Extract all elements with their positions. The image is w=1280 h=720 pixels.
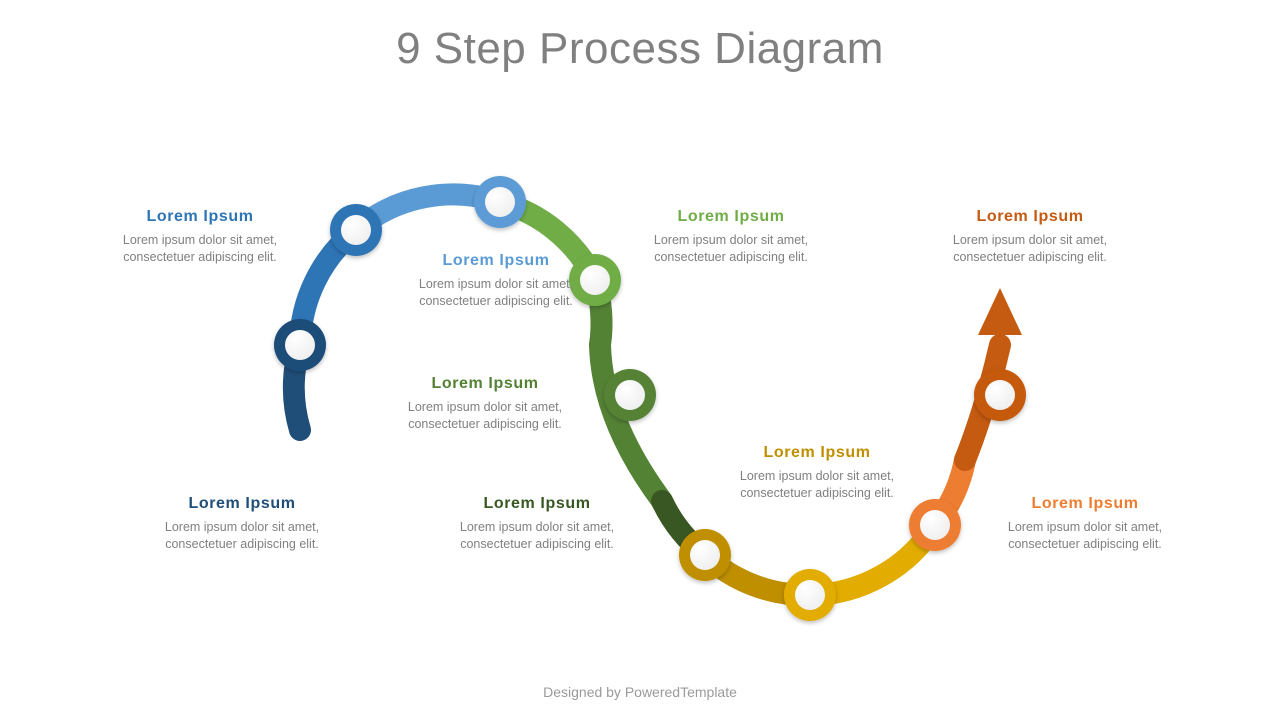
- step-body: Lorem ipsum dolor sit amet, consectetuer…: [626, 232, 836, 266]
- step-heading: Lorem Ipsum: [980, 495, 1190, 513]
- step-body: Lorem ipsum dolor sit amet, consectetuer…: [137, 519, 347, 553]
- footer-credit: Designed by PoweredTemplate: [0, 684, 1280, 700]
- step-body: Lorem ipsum dolor sit amet, consectetuer…: [925, 232, 1135, 266]
- step-heading: Lorem Ipsum: [391, 252, 601, 270]
- step-heading: Lorem Ipsum: [712, 444, 922, 462]
- step-4-label: Lorem Ipsum Lorem ipsum dolor sit amet, …: [626, 208, 836, 266]
- step-6-label: Lorem Ipsum Lorem ipsum dolor sit amet, …: [432, 495, 642, 553]
- step-heading: Lorem Ipsum: [95, 208, 305, 226]
- step-heading: Lorem Ipsum: [137, 495, 347, 513]
- step-8-label: Lorem Ipsum Lorem ipsum dolor sit amet, …: [980, 495, 1190, 553]
- step-heading: Lorem Ipsum: [626, 208, 836, 226]
- step-heading: Lorem Ipsum: [432, 495, 642, 513]
- step-3-label: Lorem Ipsum Lorem ipsum dolor sit amet, …: [391, 252, 601, 310]
- step-7-label: Lorem Ipsum Lorem ipsum dolor sit amet, …: [712, 444, 922, 502]
- step-5-label: Lorem Ipsum Lorem ipsum dolor sit amet, …: [380, 375, 590, 433]
- step-body: Lorem ipsum dolor sit amet, consectetuer…: [380, 399, 590, 433]
- step-body: Lorem ipsum dolor sit amet, consectetuer…: [980, 519, 1190, 553]
- process-diagram: [0, 0, 1280, 720]
- step-2-label: Lorem Ipsum Lorem ipsum dolor sit amet, …: [95, 208, 305, 266]
- step-heading: Lorem Ipsum: [380, 375, 590, 393]
- step-body: Lorem ipsum dolor sit amet, consectetuer…: [432, 519, 642, 553]
- step-body: Lorem ipsum dolor sit amet, consectetuer…: [712, 468, 922, 502]
- step-heading: Lorem Ipsum: [925, 208, 1135, 226]
- step-body: Lorem ipsum dolor sit amet, consectetuer…: [391, 276, 601, 310]
- step-1-label: Lorem Ipsum Lorem ipsum dolor sit amet, …: [137, 495, 347, 553]
- step-body: Lorem ipsum dolor sit amet, consectetuer…: [95, 232, 305, 266]
- step-9-label: Lorem Ipsum Lorem ipsum dolor sit amet, …: [925, 208, 1135, 266]
